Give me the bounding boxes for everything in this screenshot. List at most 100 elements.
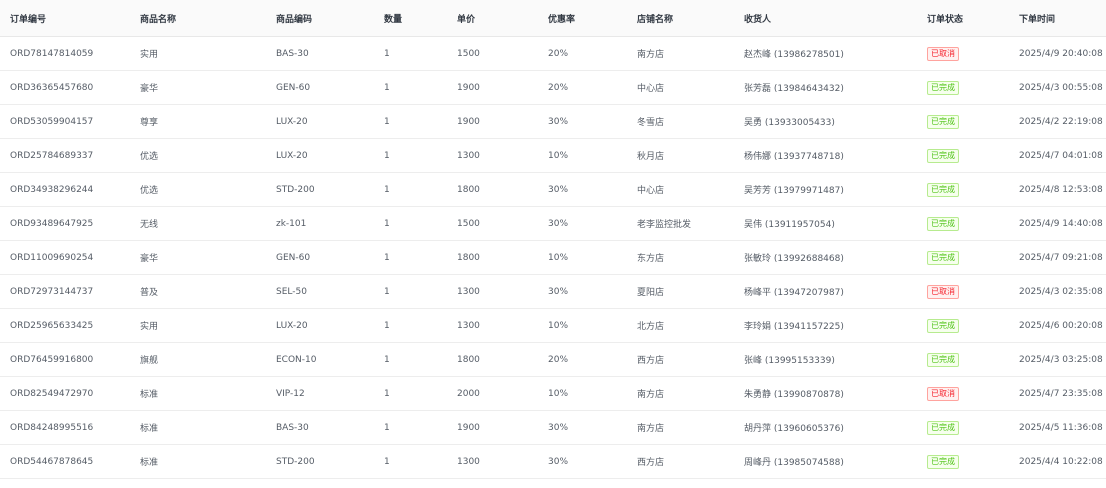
column-header-order-time[interactable]: 下单时间: [1009, 0, 1106, 37]
cell-quantity: 1: [374, 274, 447, 309]
cell-quantity: 1: [374, 410, 447, 445]
cell-order-time: 2025/4/6 00:20:08: [1009, 308, 1106, 343]
cell-unit-price: 1900: [447, 104, 538, 139]
status-badge: 已完成: [927, 318, 959, 333]
cell-unit-price: 1300: [447, 308, 538, 343]
table-row[interactable]: ORD82549472970 标准 VIP-12 1 2000 10% 南方店 朱勇静 (13…: [0, 376, 1106, 411]
table-row[interactable]: ORD93489647925 无线 zk-101 1 1500 30% 老李监控批发 吴伟 (…: [0, 206, 1106, 241]
status-badge: 已取消: [927, 284, 959, 299]
cell-order-status: 已完成: [917, 70, 1009, 105]
cell-order-status: 已完成: [917, 308, 1009, 343]
cell-product-name: 无线: [130, 206, 266, 241]
cell-order-time: 2025/4/7 09:21:08: [1009, 240, 1106, 275]
table-row[interactable]: ORD53059904157 尊享 LUX-20 1 1900 30% 冬雪店 吴勇 (139…: [0, 104, 1106, 139]
cell-shop-name: 西方店: [627, 444, 734, 479]
cell-order-time: 2025/4/3 00:55:08: [1009, 70, 1106, 105]
table-row[interactable]: ORD34938296244 优选 STD-200 1 1800 30% 中心店 吴芳芳 (1…: [0, 172, 1106, 207]
cell-shop-name: 东方店: [627, 240, 734, 275]
column-header-product-code[interactable]: 商品编码: [266, 0, 374, 37]
cell-order-id: ORD25784689337: [0, 138, 130, 173]
cell-order-status: 已完成: [917, 410, 1009, 445]
column-header-receiver[interactable]: 收货人: [734, 0, 917, 37]
cell-shop-name: 南方店: [627, 410, 734, 445]
cell-product-code: SEL-50: [266, 274, 374, 309]
cell-order-time: 2025/4/2 22:19:08: [1009, 104, 1106, 139]
cell-product-name: 标准: [130, 410, 266, 445]
cell-product-name: 尊享: [130, 104, 266, 139]
cell-receiver: 张敏玲 (13992688468): [734, 240, 917, 275]
cell-quantity: 1: [374, 104, 447, 139]
cell-shop-name: 北方店: [627, 308, 734, 343]
cell-discount-rate: 20%: [538, 342, 627, 377]
cell-receiver: 吴芳芳 (13979971487): [734, 172, 917, 207]
cell-order-status: 已取消: [917, 36, 1009, 71]
table-row[interactable]: ORD54467878645 标准 STD-200 1 1300 30% 西方店 周峰丹 (1…: [0, 444, 1106, 479]
cell-shop-name: 中心店: [627, 70, 734, 105]
cell-product-code: BAS-30: [266, 410, 374, 445]
cell-product-code: VIP-12: [266, 376, 374, 411]
cell-shop-name: 中心店: [627, 172, 734, 207]
table-row[interactable]: ORD76459916800 旗舰 ECON-10 1 1800 20% 西方店 张峰 (13…: [0, 342, 1106, 377]
cell-receiver: 张芳磊 (13984643432): [734, 70, 917, 105]
cell-order-id: ORD93489647925: [0, 206, 130, 241]
cell-product-name: 标准: [130, 376, 266, 411]
cell-discount-rate: 30%: [538, 172, 627, 207]
cell-unit-price: 1500: [447, 206, 538, 241]
cell-unit-price: 1800: [447, 240, 538, 275]
cell-order-id: ORD25965633425: [0, 308, 130, 343]
cell-discount-rate: 10%: [538, 138, 627, 173]
table-row[interactable]: ORD72973144737 普及 SEL-50 1 1300 30% 夏阳店 杨峰平 (13…: [0, 274, 1106, 309]
cell-quantity: 1: [374, 36, 447, 71]
table-body: ORD78147814059 实用 BAS-30 1 1500 20% 南方店 赵杰峰 (13…: [0, 36, 1106, 479]
column-header-order-id[interactable]: 订单编号: [0, 0, 130, 37]
cell-receiver: 周峰丹 (13985074588): [734, 444, 917, 479]
column-header-unit-price[interactable]: 单价: [447, 0, 538, 37]
cell-order-id: ORD11009690254: [0, 240, 130, 275]
cell-receiver: 张峰 (13995153339): [734, 342, 917, 377]
column-header-discount-rate[interactable]: 优惠率: [538, 0, 627, 37]
cell-order-status: 已取消: [917, 274, 1009, 309]
cell-product-name: 优选: [130, 172, 266, 207]
cell-quantity: 1: [374, 240, 447, 275]
status-badge: 已完成: [927, 250, 959, 265]
cell-order-status: 已取消: [917, 376, 1009, 411]
cell-order-id: ORD54467878645: [0, 444, 130, 479]
status-badge: 已完成: [927, 182, 959, 197]
cell-discount-rate: 20%: [538, 70, 627, 105]
cell-quantity: 1: [374, 444, 447, 479]
status-badge: 已取消: [927, 46, 959, 61]
cell-product-code: GEN-60: [266, 240, 374, 275]
cell-shop-name: 夏阳店: [627, 274, 734, 309]
cell-unit-price: 1900: [447, 410, 538, 445]
column-header-order-status[interactable]: 订单状态: [917, 0, 1009, 37]
column-header-shop-name[interactable]: 店铺名称: [627, 0, 734, 37]
cell-quantity: 1: [374, 138, 447, 173]
cell-product-code: LUX-20: [266, 138, 374, 173]
cell-product-name: 标准: [130, 444, 266, 479]
cell-discount-rate: 10%: [538, 376, 627, 411]
column-header-product-name[interactable]: 商品名称: [130, 0, 266, 37]
table-row[interactable]: ORD36365457680 豪华 GEN-60 1 1900 20% 中心店 张芳磊 (13…: [0, 70, 1106, 105]
cell-order-id: ORD84248995516: [0, 410, 130, 445]
cell-order-status: 已完成: [917, 240, 1009, 275]
status-badge: 已完成: [927, 454, 959, 469]
cell-product-name: 实用: [130, 36, 266, 71]
table-row[interactable]: ORD11009690254 豪华 GEN-60 1 1800 10% 东方店 张敏玲 (13…: [0, 240, 1106, 275]
table-row[interactable]: ORD25784689337 优选 LUX-20 1 1300 10% 秋月店 杨伟娜 (13…: [0, 138, 1106, 173]
cell-unit-price: 1800: [447, 172, 538, 207]
table-header: 订单编号 商品名称 商品编码 数量 单价 优惠率 店铺名称 收货人 订单状态 下单时间: [0, 0, 1106, 37]
column-header-quantity[interactable]: 数量: [374, 0, 447, 37]
cell-quantity: 1: [374, 172, 447, 207]
cell-product-name: 豪华: [130, 70, 266, 105]
cell-product-code: GEN-60: [266, 70, 374, 105]
cell-product-name: 优选: [130, 138, 266, 173]
cell-quantity: 1: [374, 308, 447, 343]
table-row[interactable]: ORD84248995516 标准 BAS-30 1 1900 30% 南方店 胡丹萍 (13…: [0, 410, 1106, 445]
table-row[interactable]: ORD78147814059 实用 BAS-30 1 1500 20% 南方店 赵杰峰 (13…: [0, 36, 1106, 71]
table-row[interactable]: ORD25965633425 实用 LUX-20 1 1300 10% 北方店 李玲娟 (13…: [0, 308, 1106, 343]
cell-receiver: 吴伟 (13911957054): [734, 206, 917, 241]
cell-shop-name: 老李监控批发: [627, 206, 734, 241]
cell-product-code: BAS-30: [266, 36, 374, 71]
cell-order-time: 2025/4/4 10:22:08: [1009, 444, 1106, 479]
cell-order-status: 已完成: [917, 206, 1009, 241]
